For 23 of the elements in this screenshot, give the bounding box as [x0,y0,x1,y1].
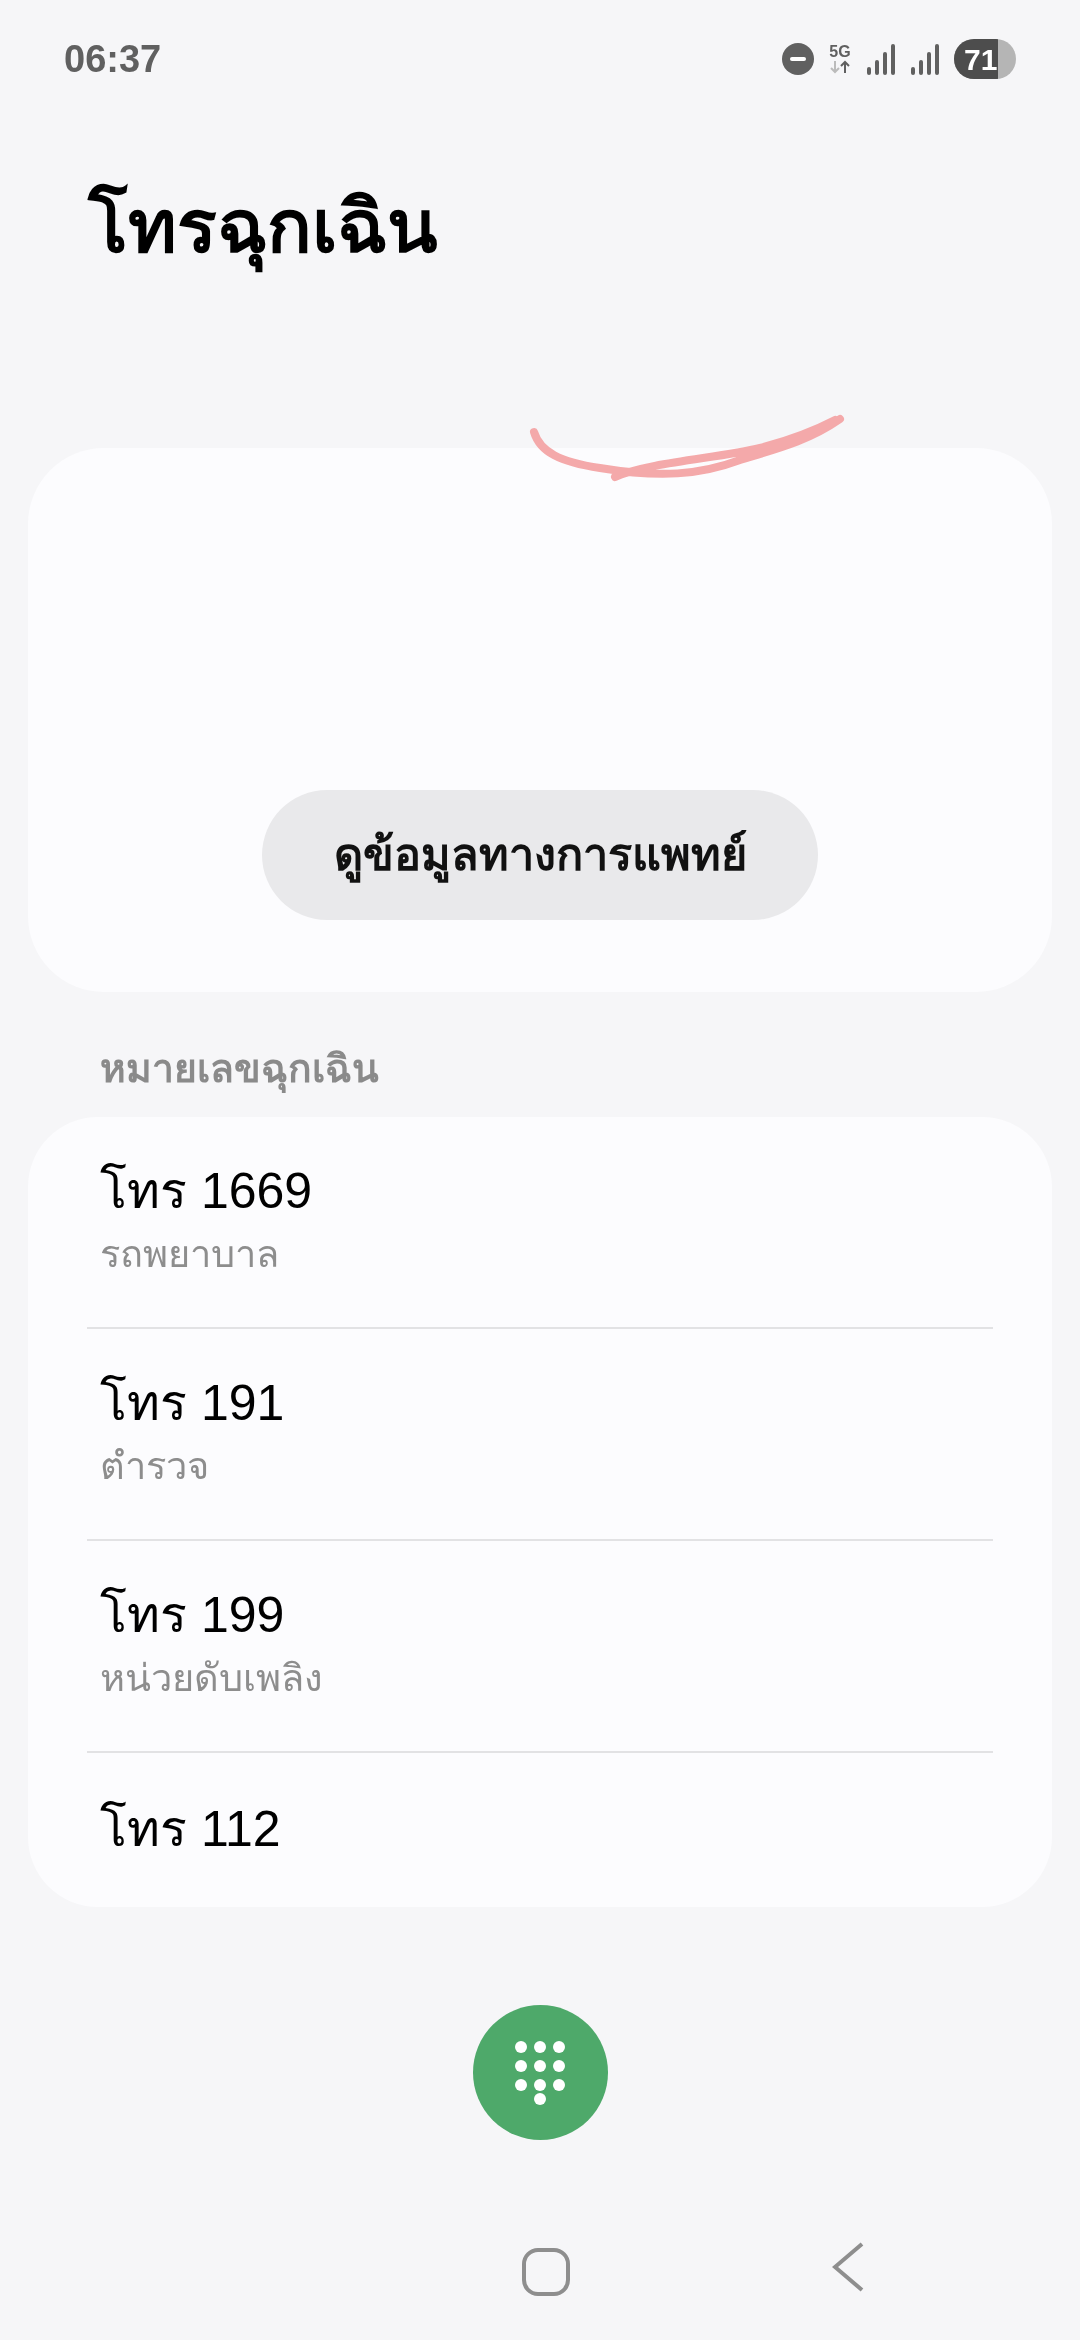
data-arrows-icon [828,60,852,74]
number-description: รถพยาบาล [100,1232,280,1278]
emergency-number-item[interactable]: โทร 1669 รถพยาบาล [87,1116,993,1329]
status-time: 06:37 [64,36,162,82]
page-title: โทรฉุกเฉิน [88,180,992,274]
number-description: ตำรวจ [100,1444,210,1490]
signal-icon [910,43,940,75]
number-title: โทร 1669 [100,1161,314,1221]
medical-info-button[interactable]: ดูข้อมูลทางการแพทย์ [262,790,818,920]
back-icon[interactable] [832,2242,864,2292]
number-title: โทร 199 [100,1585,286,1645]
emergency-number-item[interactable]: โทร 112 [87,1752,993,1907]
number-title: โทร 112 [100,1800,282,1860]
number-title: โทร 191 [100,1373,286,1433]
emergency-number-item[interactable]: โทร 199 หน่วยดับเพลิง [87,1540,993,1753]
do-not-disturb-icon [782,43,814,75]
number-description: หน่วยดับเพลิง [100,1656,324,1702]
home-icon[interactable] [522,2248,570,2296]
battery-indicator: 71 [954,39,1016,79]
signal-icon [866,43,896,75]
network-label: 5G [829,44,851,60]
emergency-number-item[interactable]: โทร 191 ตำรวจ [87,1328,993,1541]
dialpad-icon [514,2039,566,2106]
